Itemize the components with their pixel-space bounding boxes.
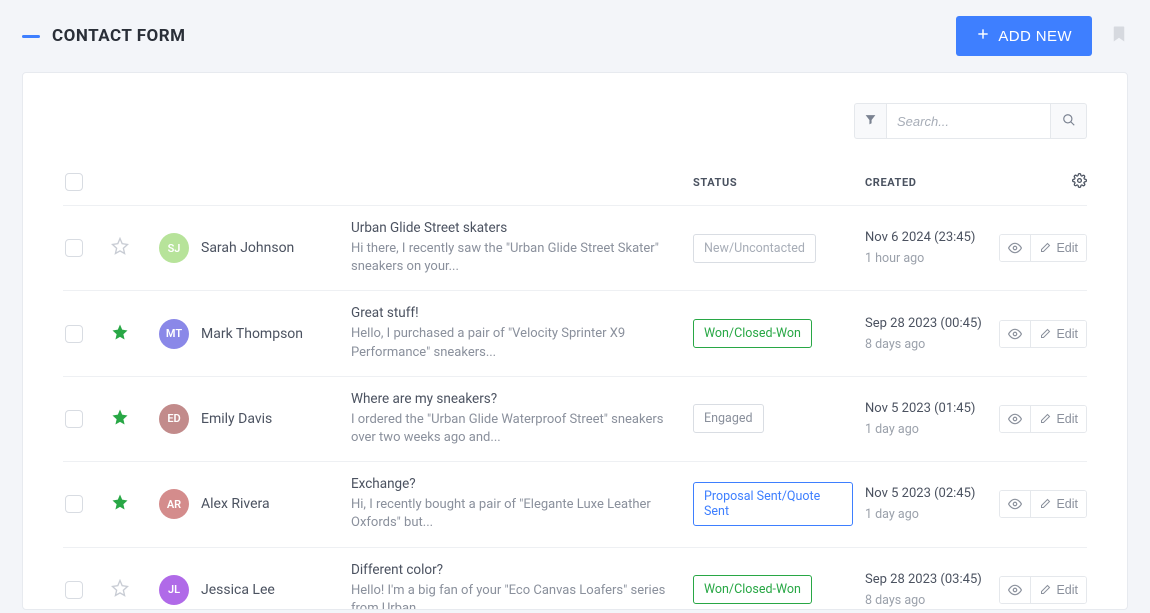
avatar: ED [159, 404, 189, 434]
row-checkbox[interactable] [65, 325, 83, 343]
page-title: CONTACT FORM [52, 26, 186, 46]
content-card: STATUS CREATED SJ Sarah Johnson Urban Glid… [22, 72, 1128, 610]
contact-table: STATUS CREATED SJ Sarah Johnson Urban Glid… [63, 167, 1087, 610]
avatar: SJ [159, 233, 189, 263]
search-icon [1062, 113, 1076, 130]
edit-button[interactable]: Edit [1030, 235, 1086, 261]
message-preview: Hi, I recently bought a pair of "Elegant… [351, 496, 681, 532]
view-button[interactable] [1000, 321, 1030, 347]
list-toolbar [63, 103, 1087, 139]
avatar: AR [159, 489, 189, 519]
row-checkbox[interactable] [65, 410, 83, 428]
table-row[interactable]: MT Mark Thompson Great stuff! Hello, I purc… [63, 291, 1087, 376]
view-button[interactable] [1000, 235, 1030, 261]
table-row[interactable]: SJ Sarah Johnson Urban Glide Street skater… [63, 206, 1087, 291]
edit-button[interactable]: Edit [1030, 406, 1086, 432]
status-badge: Won/Closed-Won [693, 319, 812, 348]
star-icon[interactable] [111, 243, 129, 259]
created-relative: 1 day ago [865, 507, 985, 522]
accent-dash [22, 35, 40, 38]
star-icon[interactable] [111, 414, 129, 430]
message-subject: Great stuff! [351, 305, 681, 321]
pencil-icon [1039, 498, 1051, 510]
edit-label: Edit [1056, 241, 1078, 255]
status-badge: New/Uncontacted [693, 234, 816, 263]
edit-label: Edit [1056, 412, 1078, 426]
eye-icon [1008, 583, 1022, 597]
avatar: MT [159, 319, 189, 349]
contact-name: Alex Rivera [201, 496, 270, 512]
message-preview: Hello! I'm a big fan of your "Eco Canvas… [351, 582, 681, 611]
contact-name: Jessica Lee [201, 582, 275, 598]
star-icon[interactable] [111, 585, 129, 601]
eye-icon [1008, 497, 1022, 511]
created-date: Nov 5 2023 (02:45) [865, 486, 985, 503]
message-preview: I ordered the "Urban Glide Waterproof St… [351, 411, 681, 447]
table-row[interactable]: JL Jessica Lee Different color? Hello! I'm … [63, 548, 1087, 611]
star-icon[interactable] [111, 329, 129, 345]
select-all-checkbox[interactable] [65, 173, 83, 191]
message-preview: Hello, I purchased a pair of "Velocity S… [351, 325, 681, 361]
gear-icon [1072, 178, 1087, 191]
view-button[interactable] [1000, 406, 1030, 432]
edit-label: Edit [1056, 327, 1078, 341]
message-subject: Exchange? [351, 476, 681, 492]
created-relative: 1 hour ago [865, 251, 985, 266]
page-header: CONTACT FORM ADD NEW [0, 0, 1150, 72]
col-header-created: CREATED [865, 176, 985, 189]
edit-button[interactable]: Edit [1030, 321, 1086, 347]
edit-button[interactable]: Edit [1030, 491, 1086, 517]
filter-button[interactable] [854, 103, 886, 139]
table-row[interactable]: ED Emily Davis Where are my sneakers? I ord… [63, 377, 1087, 462]
created-relative: 1 day ago [865, 422, 985, 437]
created-date: Sep 28 2023 (03:45) [865, 572, 985, 589]
status-badge: Won/Closed-Won [693, 575, 812, 604]
edit-button[interactable]: Edit [1030, 577, 1086, 603]
edit-label: Edit [1056, 583, 1078, 597]
search-input[interactable] [886, 103, 1051, 139]
table-header-row: STATUS CREATED [63, 167, 1087, 206]
row-checkbox[interactable] [65, 581, 83, 599]
created-relative: 8 days ago [865, 593, 985, 608]
col-header-status: STATUS [693, 176, 853, 189]
message-subject: Different color? [351, 562, 681, 578]
eye-icon [1008, 241, 1022, 255]
search-button[interactable] [1051, 103, 1087, 139]
message-subject: Where are my sneakers? [351, 391, 681, 407]
filter-icon [864, 113, 877, 129]
add-new-label: ADD NEW [998, 28, 1072, 45]
column-settings-button[interactable] [1072, 173, 1087, 191]
contact-name: Emily Davis [201, 411, 272, 427]
pencil-icon [1039, 584, 1051, 596]
star-icon[interactable] [111, 499, 129, 515]
created-date: Nov 6 2024 (23:45) [865, 230, 985, 247]
created-date: Sep 28 2023 (00:45) [865, 316, 985, 333]
contact-name: Mark Thompson [201, 326, 303, 342]
row-checkbox[interactable] [65, 495, 83, 513]
view-button[interactable] [1000, 491, 1030, 517]
pencil-icon [1039, 328, 1051, 340]
eye-icon [1008, 327, 1022, 341]
eye-icon [1008, 412, 1022, 426]
created-date: Nov 5 2023 (01:45) [865, 401, 985, 418]
status-badge: Engaged [693, 404, 764, 433]
table-row[interactable]: AR Alex Rivera Exchange? Hi, I recently bou… [63, 462, 1087, 547]
contact-name: Sarah Johnson [201, 240, 294, 256]
pencil-icon [1039, 413, 1051, 425]
row-checkbox[interactable] [65, 239, 83, 257]
bookmark-icon[interactable] [1110, 23, 1128, 49]
message-preview: Hi there, I recently saw the "Urban Glid… [351, 240, 681, 276]
view-button[interactable] [1000, 577, 1030, 603]
avatar: JL [159, 575, 189, 605]
plus-icon [976, 27, 990, 45]
pencil-icon [1039, 242, 1051, 254]
add-new-button[interactable]: ADD NEW [956, 16, 1092, 56]
created-relative: 8 days ago [865, 337, 985, 352]
edit-label: Edit [1056, 497, 1078, 511]
status-badge: Proposal Sent/Quote Sent [693, 482, 853, 526]
message-subject: Urban Glide Street skaters [351, 220, 681, 236]
